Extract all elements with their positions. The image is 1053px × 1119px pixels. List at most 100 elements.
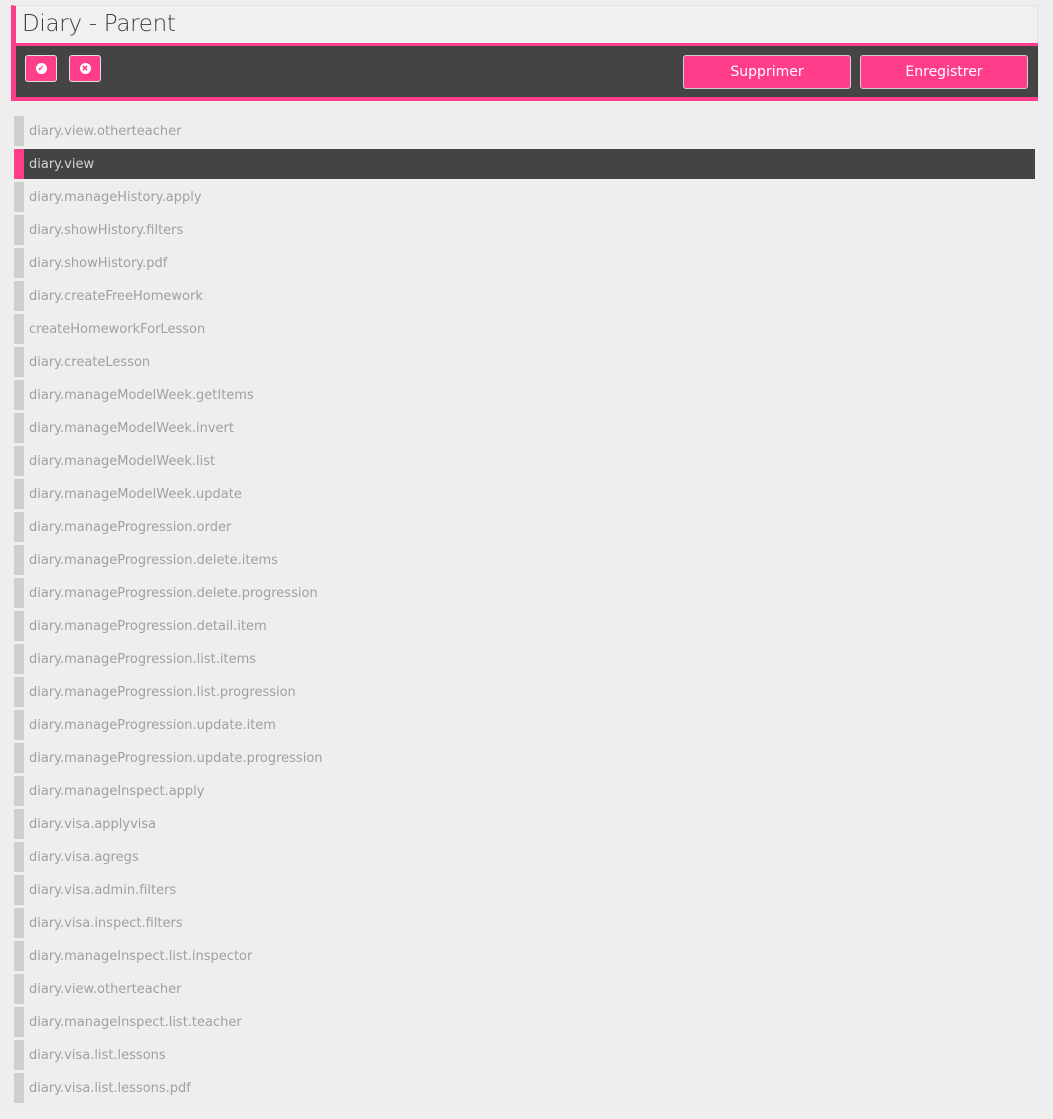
right-item-label: diary.visa.admin.filters (29, 882, 177, 898)
right-item-label: diary.manageInspect.apply (29, 783, 205, 799)
selection-marker (14, 743, 24, 773)
right-item[interactable]: diary.manageModelWeek.update (14, 479, 1035, 509)
right-item[interactable]: diary.manageInspect.apply (14, 776, 1035, 806)
right-item-label: diary.manageProgression.delete.progressi… (29, 585, 318, 601)
right-item-label: diary.manageInspect.list.teacher (29, 1014, 242, 1030)
right-item-label: diary.visa.inspect.filters (29, 915, 183, 931)
selection-marker (14, 281, 24, 311)
right-item-label: diary.manageProgression.detail.item (29, 618, 267, 634)
selection-marker (14, 413, 24, 443)
right-item-label: diary.showHistory.filters (29, 222, 184, 238)
selection-marker (14, 215, 24, 245)
selection-marker (14, 1040, 24, 1070)
right-item[interactable]: diary.manageProgression.delete.items (14, 545, 1035, 575)
right-item[interactable]: diary.view.otherteacher (14, 116, 1035, 146)
selection-marker (14, 248, 24, 278)
role-header: Diary - Parent ✔ ✖ Supprimer Enregistrer (11, 5, 1038, 101)
selection-marker (14, 1073, 24, 1103)
action-toolbar: ✔ ✖ Supprimer Enregistrer (11, 43, 1038, 101)
selection-marker (14, 182, 24, 212)
right-item-label: diary.manageProgression.list.progression (29, 684, 296, 700)
right-item[interactable]: diary.manageProgression.detail.item (14, 611, 1035, 641)
selection-marker (14, 446, 24, 476)
right-item-label: diary.visa.applyvisa (29, 816, 157, 832)
right-item-label: diary.manageProgression.update.item (29, 717, 276, 733)
right-item[interactable]: diary.showHistory.pdf (14, 248, 1035, 278)
right-item-label: diary.manageProgression.order (29, 519, 232, 535)
select-all-button[interactable]: ✔ (25, 55, 57, 82)
right-item-label: diary.showHistory.pdf (29, 255, 168, 271)
right-item-label: createHomeworkForLesson (29, 321, 206, 337)
selection-marker (14, 578, 24, 608)
right-item[interactable]: diary.visa.list.lessons.pdf (14, 1073, 1035, 1103)
right-item[interactable]: diary.manageHistory.apply (14, 182, 1035, 212)
selection-marker (14, 149, 24, 179)
right-item[interactable]: diary.manageProgression.update.item (14, 710, 1035, 740)
right-item[interactable]: diary.visa.applyvisa (14, 809, 1035, 839)
right-item[interactable]: diary.manageProgression.delete.progressi… (14, 578, 1035, 608)
selection-marker (14, 710, 24, 740)
right-item-label: diary.manageProgression.list.items (29, 651, 257, 667)
x-circle-icon: ✖ (79, 63, 91, 74)
right-item[interactable]: diary.manageProgression.list.items (14, 644, 1035, 674)
right-item[interactable]: diary.manageModelWeek.list (14, 446, 1035, 476)
selection-marker (14, 875, 24, 905)
rights-list: diary.view.otherteacher diary.view diary.m… (14, 116, 1035, 1106)
right-item[interactable]: diary.visa.agregs (14, 842, 1035, 872)
right-item-label: diary.manageProgression.delete.items (29, 552, 278, 568)
delete-button[interactable]: Supprimer (683, 55, 851, 89)
right-item[interactable]: diary.manageProgression.order (14, 512, 1035, 542)
right-item[interactable]: createHomeworkForLesson (14, 314, 1035, 344)
selection-marker (14, 380, 24, 410)
right-item[interactable]: diary.manageModelWeek.getItems (14, 380, 1035, 410)
right-item-label: diary.manageModelWeek.list (29, 453, 216, 469)
right-item[interactable]: diary.manageProgression.update.progressi… (14, 743, 1035, 773)
right-item-label: diary.manageModelWeek.getItems (29, 387, 254, 403)
save-button[interactable]: Enregistrer (860, 55, 1028, 89)
right-item-label: diary.createFreeHomework (29, 288, 203, 304)
right-item[interactable]: diary.visa.admin.filters (14, 875, 1035, 905)
selection-marker (14, 908, 24, 938)
right-item[interactable]: diary.visa.inspect.filters (14, 908, 1035, 938)
right-item[interactable]: diary.view (14, 149, 1035, 179)
selection-marker (14, 479, 24, 509)
check-circle-icon: ✔ (35, 63, 47, 74)
right-item[interactable]: diary.view.otherteacher (14, 974, 1035, 1004)
right-item-label: diary.createLesson (29, 354, 151, 370)
page-title: Diary - Parent (22, 11, 176, 37)
right-item[interactable]: diary.showHistory.filters (14, 215, 1035, 245)
right-item[interactable]: diary.manageProgression.list.progression (14, 677, 1035, 707)
selection-marker (14, 776, 24, 806)
right-item-label: diary.visa.list.lessons.pdf (29, 1080, 191, 1096)
selection-marker (14, 545, 24, 575)
right-item-label: diary.visa.list.lessons (29, 1047, 166, 1063)
selection-marker (14, 314, 24, 344)
selection-marker (14, 611, 24, 641)
right-item[interactable]: diary.createLesson (14, 347, 1035, 377)
selection-marker (14, 677, 24, 707)
deselect-all-button[interactable]: ✖ (69, 55, 101, 82)
right-item-label: diary.view (29, 156, 95, 172)
selection-marker (14, 842, 24, 872)
right-item-label: diary.manageProgression.update.progressi… (29, 750, 323, 766)
right-item[interactable]: diary.manageInspect.list.teacher (14, 1007, 1035, 1037)
right-item[interactable]: diary.manageModelWeek.invert (14, 413, 1035, 443)
selection-marker (14, 347, 24, 377)
right-item-label: diary.manageInspect.list.inspector (29, 948, 253, 964)
right-item-label: diary.visa.agregs (29, 849, 139, 865)
right-item[interactable]: diary.createFreeHomework (14, 281, 1035, 311)
selection-marker (14, 974, 24, 1004)
selection-marker (14, 809, 24, 839)
right-item-label: diary.manageModelWeek.update (29, 486, 242, 502)
right-item[interactable]: diary.manageInspect.list.inspector (14, 941, 1035, 971)
selection-marker (14, 941, 24, 971)
right-item-label: diary.manageModelWeek.invert (29, 420, 234, 436)
right-item[interactable]: diary.visa.list.lessons (14, 1040, 1035, 1070)
right-item-label: diary.view.otherteacher (29, 123, 182, 139)
right-item-label: diary.view.otherteacher (29, 981, 182, 997)
selection-marker (14, 512, 24, 542)
selection-marker (14, 116, 24, 146)
selection-marker (14, 644, 24, 674)
title-bar: Diary - Parent (11, 5, 1038, 43)
right-item-label: diary.manageHistory.apply (29, 189, 202, 205)
